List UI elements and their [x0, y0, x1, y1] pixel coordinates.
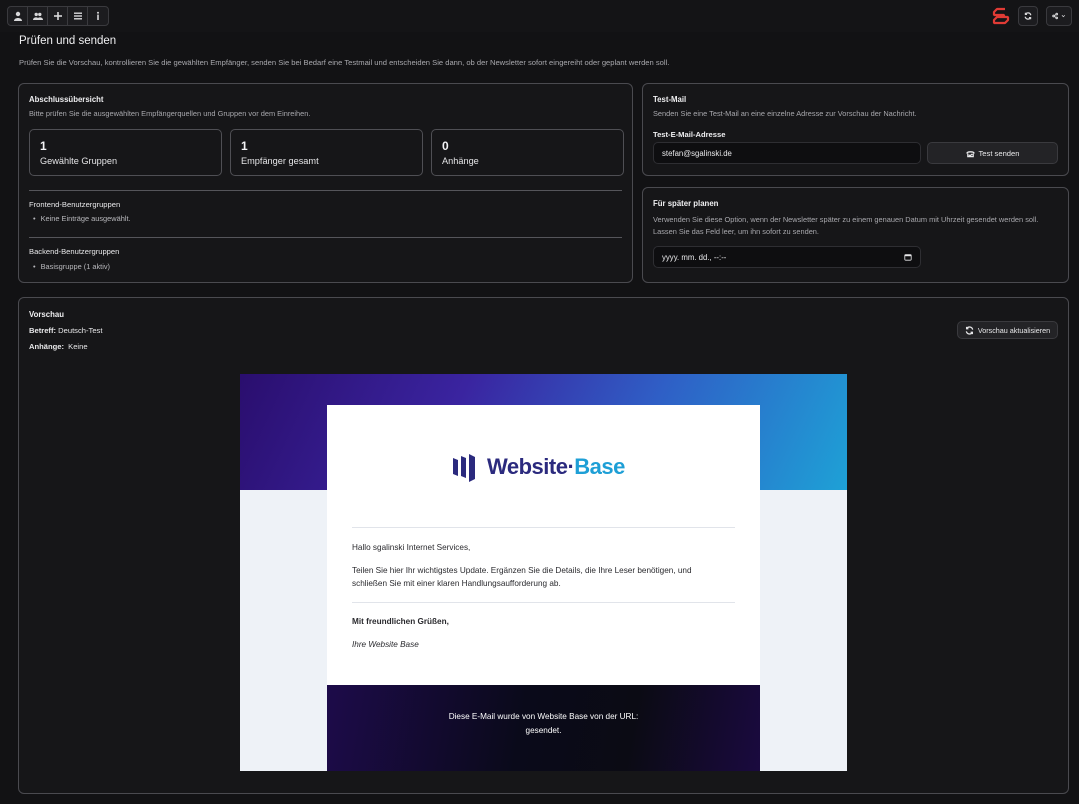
logo-text-website: Website [487, 454, 568, 479]
divider [29, 190, 622, 191]
summary-subtitle: Bitte prüfen Sie die ausgewählten Empfän… [29, 109, 311, 118]
calendar-icon[interactable] [904, 253, 912, 261]
divider [29, 237, 622, 238]
refresh-preview-label: Vorschau aktualisieren [977, 325, 1051, 335]
refresh-icon [1024, 12, 1032, 20]
subject-label: Betreff: [29, 326, 57, 335]
page-title: Prüfen und senden [19, 35, 117, 47]
attachments-label: Anhänge: [29, 342, 65, 351]
summary-title: Abschlussübersicht [29, 95, 104, 104]
test-email-field-label: Test-E-Mail-Adresse [653, 130, 726, 139]
footer-line-2: gesendet. [525, 726, 562, 735]
test-email-field[interactable]: stefan@sgalinski.de [653, 142, 921, 164]
share-icon [1052, 12, 1059, 20]
email-content-card: Website·Base Hallo sgalinski Internet Se… [327, 405, 760, 685]
refresh-button[interactable] [1018, 6, 1038, 26]
stat-value: 0 [442, 139, 449, 153]
stat-label: Gewählte Gruppen [40, 156, 118, 166]
brand-logo-icon [992, 7, 1010, 25]
email-greeting: Hallo sgalinski Internet Services, [352, 543, 471, 552]
schedule-panel: Für später planen Verwenden Sie diese Op… [642, 187, 1069, 283]
chevron-down-icon [1061, 15, 1066, 18]
toolbar-right [992, 6, 1072, 26]
refresh-icon [965, 325, 974, 335]
refresh-preview-button[interactable]: Vorschau aktualisieren [957, 321, 1058, 339]
schedule-datetime-field[interactable]: yyyy. mm. dd., --:-- [653, 246, 921, 268]
test-mail-title: Test-Mail [653, 95, 687, 104]
email-preview-frame: Website·Base Hallo sgalinski Internet Se… [240, 374, 847, 771]
user-icon[interactable] [8, 7, 28, 25]
stat-value: 1 [40, 139, 47, 153]
email-closing: Mit freundlichen Grüßen, [352, 617, 449, 626]
stat-label: Anhänge [442, 156, 479, 166]
preview-title: Vorschau [29, 310, 64, 319]
page-description: Prüfen Sie die Vorschau, kontrollieren S… [19, 58, 670, 67]
logo-mark-icon [453, 454, 475, 482]
backend-groups-heading: Backend-Benutzergruppen [29, 247, 120, 256]
preview-attachments: Anhänge: Keine [29, 342, 88, 351]
test-mail-panel: Test-Mail Senden Sie eine Test-Mail an e… [642, 83, 1069, 176]
email-signature: Ihre Website Base [352, 640, 419, 649]
logo-text-base: Base [574, 454, 625, 479]
schedule-description: Verwenden Sie diese Option, wenn der New… [653, 215, 1039, 236]
stat-selected-groups: 1 Gewählte Gruppen [29, 129, 222, 176]
top-toolbar [0, 0, 1079, 32]
stat-value: 1 [241, 139, 248, 153]
list-item: Basisgruppe (1 aktiv) [33, 262, 110, 271]
summary-panel: Abschlussübersicht Bitte prüfen Sie die … [18, 83, 633, 283]
website-base-logo: Website·Base [451, 452, 625, 482]
attachments-value: Keine [68, 342, 88, 351]
email-divider [352, 602, 735, 603]
send-test-icon [965, 150, 975, 157]
send-test-button[interactable]: Test senden [927, 142, 1058, 164]
email-body-line-1: Teilen Sie hier Ihr wichtigstes Update. … [352, 566, 692, 575]
email-divider [352, 527, 735, 528]
frontend-groups-heading: Frontend-Benutzergruppen [29, 200, 121, 209]
footer-line-1: Diese E-Mail wurde von Website Base von … [448, 712, 639, 721]
stat-total-recipients: 1 Empfänger gesamt [230, 129, 423, 176]
users-icon[interactable] [28, 7, 48, 25]
list-item: Keine Einträge ausgewählt. [33, 214, 131, 223]
plus-icon[interactable] [48, 7, 68, 25]
subject-value: Deutsch-Test [58, 326, 103, 335]
test-mail-subtitle: Senden Sie eine Test-Mail an eine einzel… [653, 109, 917, 118]
share-menu-button[interactable] [1046, 6, 1072, 26]
module-toolbar [7, 6, 109, 26]
email-body-line-2: schließen Sie mit einer klaren Handlungs… [352, 579, 561, 588]
stat-attachments: 0 Anhänge [431, 129, 624, 176]
email-footer: Diese E-Mail wurde von Website Base von … [327, 685, 760, 771]
email-footer-text: Diese E-Mail wurde von Website Base von … [327, 710, 760, 738]
datetime-placeholder: yyyy. mm. dd., --:-- [662, 252, 727, 262]
schedule-title: Für später planen [653, 199, 719, 208]
send-test-label: Test senden [978, 148, 1020, 158]
info-icon[interactable] [88, 7, 108, 25]
preview-subject: Betreff: Deutsch-Test [29, 326, 102, 335]
stat-label: Empfänger gesamt [241, 156, 319, 166]
list-icon[interactable] [68, 7, 88, 25]
